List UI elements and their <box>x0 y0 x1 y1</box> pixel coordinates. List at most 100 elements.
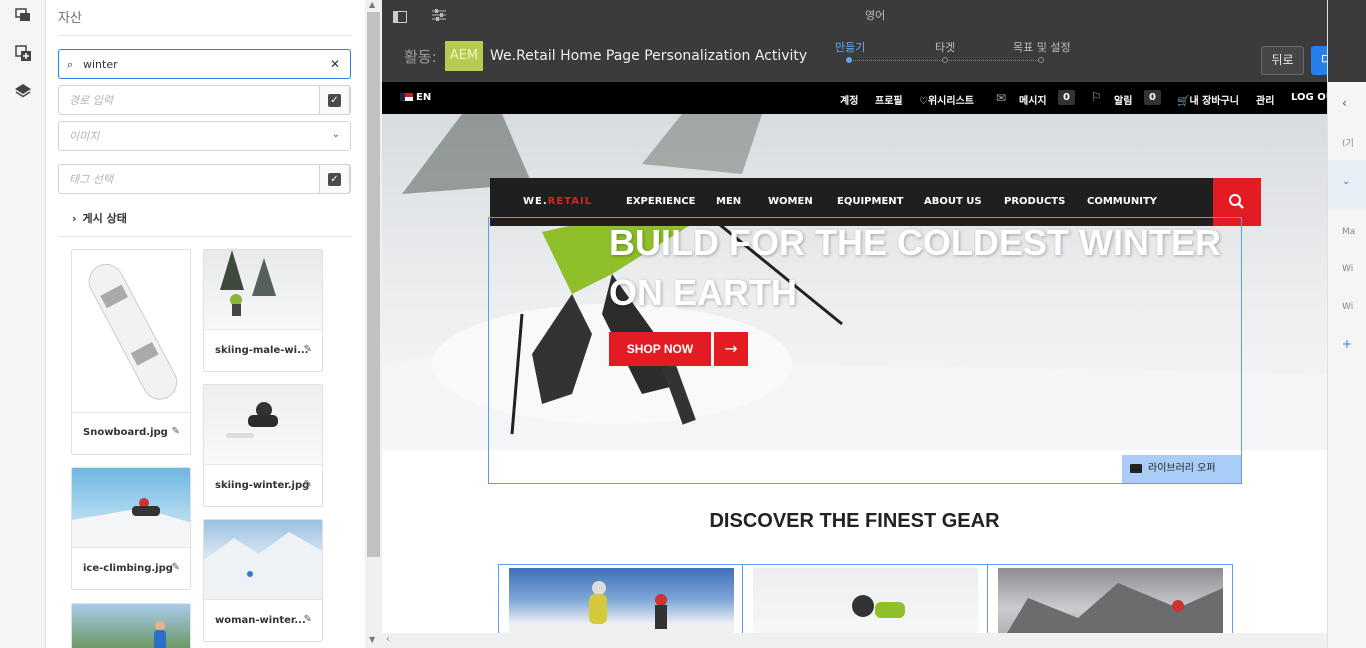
path-field[interactable]: 경로 입력 ✓ <box>58 85 351 115</box>
add-component-icon[interactable] <box>13 43 33 63</box>
nav-community[interactable]: COMMUNITY <box>1087 196 1157 207</box>
asset-name: woman-winter... <box>215 615 306 626</box>
asset-thumbnail <box>72 250 190 412</box>
folder-icon <box>1130 464 1142 473</box>
selected-component-outline[interactable] <box>488 217 1242 484</box>
publish-status-label: 게시 상태 <box>82 212 127 225</box>
asset-thumbnail <box>204 520 322 599</box>
utility-bar: EN 계정 프로필 ♡위시리스트 ✉ 메시지 0 ⚐ 알림 0 🛒내 장바구니 … <box>382 82 1327 114</box>
sidebar-label[interactable]: Ma <box>1342 227 1355 237</box>
step-create[interactable]: 만들기 <box>835 39 865 55</box>
logo-retail: RETAIL <box>547 196 593 207</box>
scroll-up-icon[interactable]: ▲ <box>369 0 375 9</box>
flag-icon <box>400 93 413 101</box>
alerts-count: 0 <box>1144 90 1161 105</box>
step-target[interactable]: 타겟 <box>935 39 955 55</box>
publish-status-toggle[interactable]: › 게시 상태 <box>72 210 127 226</box>
back-button[interactable]: 뒤로 <box>1261 46 1304 75</box>
asset-card[interactable]: skiing-winter.jpg ✎ <box>203 384 323 507</box>
nav-equipment[interactable]: EQUIPMENT <box>837 196 903 207</box>
sidebar-selected[interactable]: ⌄ <box>1328 160 1366 210</box>
section-heading: DISCOVER THE FINEST GEAR <box>709 510 1000 532</box>
nav-about-us[interactable]: ABOUT US <box>924 196 982 207</box>
asset-name: skiing-male-wi... <box>215 345 309 356</box>
site-logo[interactable]: WE.RETAIL <box>523 196 592 207</box>
edit-icon[interactable]: ✎ <box>172 562 180 573</box>
assets-icon[interactable] <box>13 5 33 25</box>
sidebar-label[interactable]: Wi <box>1342 302 1353 312</box>
product-tile[interactable] <box>753 568 978 633</box>
asset-thumbnail <box>204 250 322 329</box>
step-dot <box>1038 57 1044 63</box>
product-tile[interactable] <box>998 568 1223 633</box>
edit-icon[interactable]: ✎ <box>304 479 312 490</box>
sidebar-label: (기 <box>1342 139 1354 149</box>
nav-experience[interactable]: EXPERIENCE <box>626 196 696 207</box>
scroll-left-icon[interactable]: ‹ <box>386 634 390 645</box>
clear-icon[interactable]: ✕ <box>330 57 340 71</box>
check-icon: ✓ <box>328 172 341 186</box>
alerts-link[interactable]: 알림 <box>1114 92 1132 107</box>
divider <box>58 35 352 36</box>
aem-badge: AEM <box>445 41 483 71</box>
tag-field[interactable]: 태그 선택 ✓ <box>58 164 351 194</box>
logout-link[interactable]: LOG OU <box>1291 92 1327 103</box>
tag-browse-button[interactable]: ✓ <box>319 164 350 194</box>
search-value: winter <box>83 57 118 71</box>
mail-icon: ✉ <box>996 91 1007 105</box>
step-goals[interactable]: 목표 및 설정 <box>1013 39 1071 55</box>
edit-icon[interactable]: ✎ <box>304 614 312 625</box>
add-icon[interactable]: + <box>1342 337 1352 351</box>
divider <box>204 329 322 330</box>
library-offer-label: 라이브러리 오퍼 <box>1148 463 1216 474</box>
side-panel-toggle-icon[interactable] <box>393 8 407 27</box>
layers-icon[interactable] <box>13 81 33 101</box>
path-browse-button[interactable]: ✓ <box>319 85 350 115</box>
asset-card[interactable]: woman-winter... ✎ <box>203 519 323 642</box>
chevron-down-icon: ⌄ <box>1342 176 1351 187</box>
search-input[interactable]: ⌕ winter ✕ <box>58 49 351 79</box>
left-rail <box>0 0 46 648</box>
panel-scrollbar[interactable]: ▲ ▼ <box>365 0 382 648</box>
panel-title: 자산 <box>58 11 82 26</box>
type-select[interactable]: 이미지 ⌄ <box>58 121 351 151</box>
right-topbar <box>1328 0 1366 82</box>
messages-link[interactable]: 메시지 <box>1019 92 1047 107</box>
chevron-left-icon[interactable]: ‹ <box>1342 96 1347 110</box>
properties-icon[interactable] <box>431 7 447 26</box>
language-selector[interactable]: EN <box>400 92 431 103</box>
scrollbar-thumb[interactable] <box>367 12 380 557</box>
type-value: 이미지 <box>69 130 100 143</box>
profile-link[interactable]: 프로필 <box>875 92 903 107</box>
library-offer-tag[interactable]: 라이브러리 오퍼 <box>1122 455 1241 483</box>
asset-name: Snowboard.jpg <box>83 427 168 438</box>
account-link[interactable]: 계정 <box>840 92 858 107</box>
divider <box>204 464 322 465</box>
wishlist-link[interactable]: ♡위시리스트 <box>919 92 974 107</box>
nav-products[interactable]: PRODUCTS <box>1004 196 1065 207</box>
admin-link[interactable]: 관리 <box>1256 92 1274 107</box>
product-tile[interactable] <box>509 568 734 633</box>
lang-label: EN <box>416 92 432 103</box>
nav-women[interactable]: WOMEN <box>768 196 813 207</box>
asset-name: skiing-winter.jpg <box>215 480 310 491</box>
preview-horizontal-scrollbar[interactable]: ‹ <box>382 633 1327 648</box>
chevron-down-icon: ⌄ <box>331 129 340 140</box>
asset-card[interactable]: skiing-male-wi... ✎ <box>203 249 323 372</box>
check-icon: ✓ <box>328 93 341 107</box>
asset-card[interactable] <box>71 603 191 648</box>
divider <box>58 236 352 237</box>
cart-link[interactable]: 🛒내 장바구니 <box>1177 92 1239 107</box>
scroll-down-icon[interactable]: ▼ <box>369 635 375 644</box>
asset-card[interactable]: Snowboard.jpg ✎ <box>71 249 191 455</box>
nav-men[interactable]: MEN <box>716 196 741 207</box>
edit-icon[interactable]: ✎ <box>172 426 180 437</box>
step-dot <box>942 57 948 63</box>
flag-alert-icon: ⚐ <box>1091 90 1102 104</box>
divider <box>987 565 988 633</box>
edit-icon[interactable]: ✎ <box>304 344 312 355</box>
cart-icon: 🛒 <box>1177 96 1190 107</box>
sidebar-label[interactable]: Wi <box>1342 264 1353 274</box>
right-sidebar: ‹ (기 ⌄ Ma Wi Wi + <box>1327 0 1366 648</box>
asset-card[interactable]: ice-climbing.jpg ✎ <box>71 467 191 590</box>
